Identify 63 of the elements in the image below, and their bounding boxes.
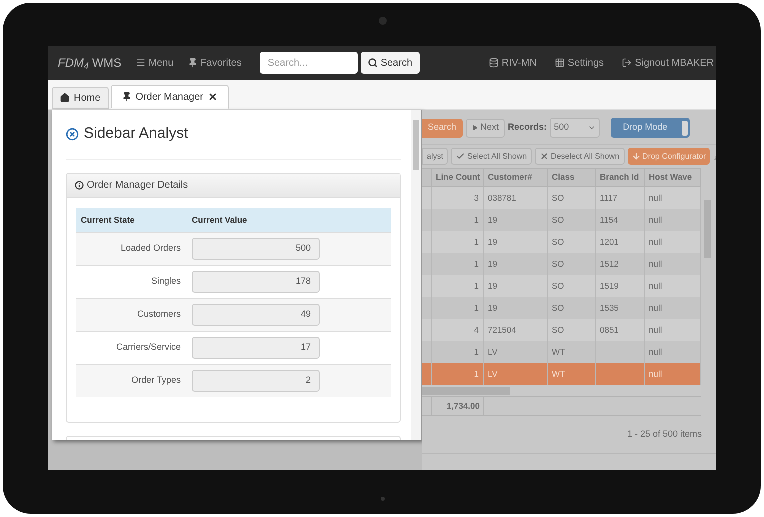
grid-row[interactable]: 1 19 SO 1519 null: [422, 275, 701, 297]
search-icon: [368, 58, 378, 68]
value-field: 2: [192, 370, 320, 392]
column-header: Line Count: [432, 169, 484, 186]
close-icon[interactable]: [208, 92, 218, 102]
favorites-button[interactable]: Favorites: [188, 56, 242, 70]
grid-row[interactable]: 3 038781 SO 1117 null: [422, 187, 701, 209]
pin-icon: [188, 58, 198, 68]
value-field: 500: [192, 238, 320, 260]
state-label: Loaded Orders: [120, 242, 181, 256]
pin-icon: [122, 92, 132, 102]
column-header: Class: [548, 169, 596, 186]
column-header: Current State: [80, 214, 136, 226]
column-header: Host Wave: [645, 169, 701, 186]
search-button[interactable]: Search: [422, 118, 463, 138]
site-button[interactable]: RIV-MN: [488, 56, 537, 70]
search-field[interactable]: Search...: [260, 52, 358, 74]
camera-icon: [379, 17, 387, 25]
arrow-down-icon: [632, 152, 641, 161]
sidebar-title: Sidebar Analyst: [84, 124, 188, 144]
value-field: 49: [192, 304, 320, 326]
column-header: Current Value: [192, 214, 248, 226]
records-select[interactable]: 500: [550, 118, 600, 138]
state-label: Singles: [150, 275, 181, 288]
state-label: Order Types: [130, 374, 181, 388]
drop-mode-toggle[interactable]: Drop Mode: [611, 118, 690, 138]
signout-button[interactable]: Signout MBAKER: [622, 56, 714, 70]
home-icon: [60, 93, 70, 103]
database-icon: [488, 58, 499, 68]
tab[interactable]: Home: [52, 87, 109, 109]
info-icon: [75, 181, 84, 190]
state-label: Customers: [136, 308, 181, 322]
grid-row[interactable]: 1 LV WT null: [422, 363, 701, 385]
action-button[interactable]: Drop Configurator: [628, 148, 710, 165]
brand-logo: FDM$_{4}$ WMS: [58, 55, 122, 72]
scrollbar-thumb[interactable]: [704, 200, 711, 258]
grid-icon: [554, 58, 565, 68]
total-cell: 1,734.00: [432, 397, 484, 415]
tab[interactable]: Order Manager: [110, 85, 228, 109]
toggle-knob: [682, 120, 688, 136]
value-field: 178: [192, 271, 320, 293]
next-button[interactable]: Next: [466, 118, 506, 138]
close-icon: [540, 152, 550, 161]
menu-button[interactable]: Menu: [136, 56, 174, 70]
value-field: 17: [192, 337, 320, 359]
column-header: Branch Id: [596, 169, 645, 186]
check-icon: [456, 152, 466, 161]
menu-icon: [136, 58, 146, 68]
action-button[interactable]: Select All Shown: [451, 148, 532, 165]
pager-info: 1 - 25 of 500 items: [627, 428, 702, 441]
action-button[interactable]: Deselect All Shown: [535, 148, 625, 165]
caret-icon: [588, 124, 596, 132]
search-button[interactable]: Search: [360, 52, 420, 74]
state-label: Carriers/Service: [115, 341, 181, 354]
play-icon: [472, 125, 478, 131]
grid-row[interactable]: 4 721504 SO 0851 null: [422, 319, 701, 341]
grid-row[interactable]: 1 19 SO 1201 null: [422, 231, 701, 253]
action-button[interactable]: alyst: [422, 148, 448, 165]
card-title: Order Manager Details: [87, 179, 188, 193]
sign-out-icon: [622, 58, 632, 68]
settings-button[interactable]: Settings: [554, 56, 604, 70]
records-label: Records:: [508, 121, 548, 134]
column-header: Customer#: [484, 169, 548, 186]
